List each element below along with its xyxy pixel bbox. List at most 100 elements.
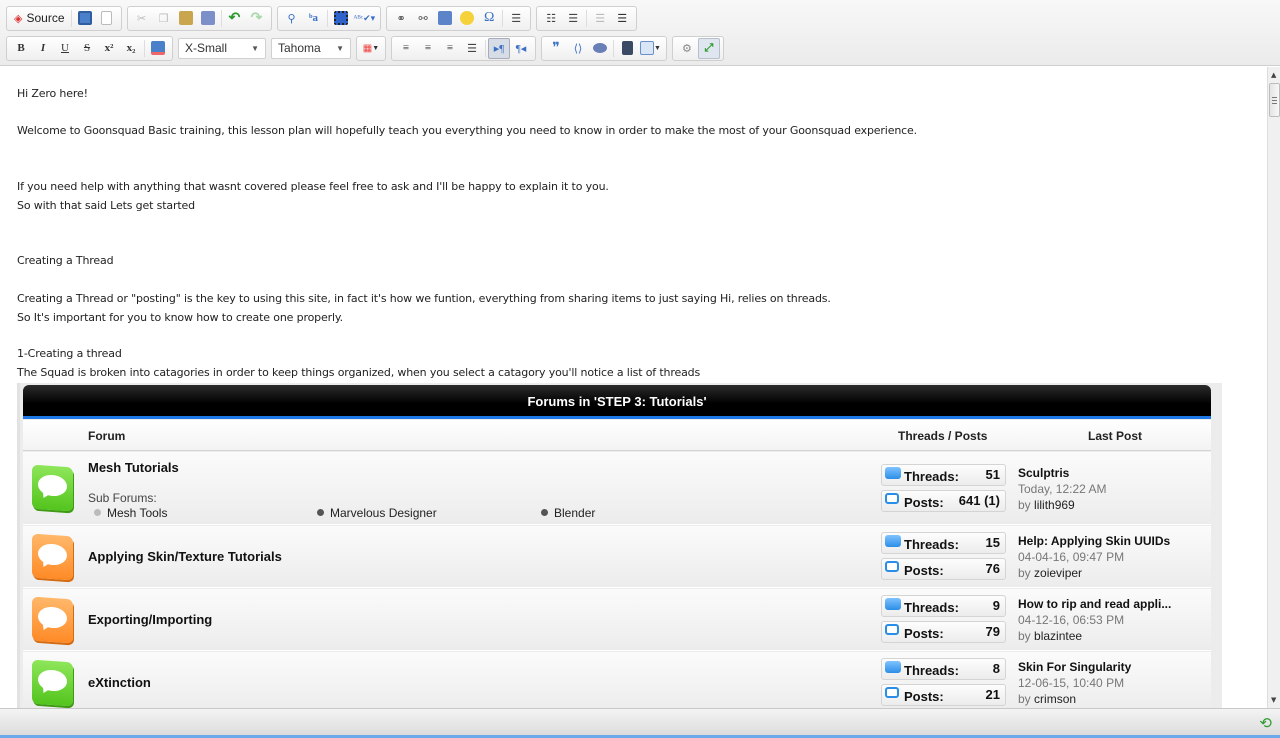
scrollbar-thumb[interactable] [1269,83,1280,117]
forum-title-link[interactable]: Exporting/Importing [88,612,212,627]
format-group: B I U S x² x₂ [6,35,173,61]
strikethrough-button[interactable]: S [76,38,98,59]
save-icon [77,11,92,25]
numbered-list-icon: ☷ [546,12,557,25]
indent-button[interactable]: ☰ [611,8,633,29]
separator [144,39,145,57]
threads-stat: Threads: 9 [881,595,1006,617]
justify-button[interactable]: ☰ [461,38,483,59]
subforum-link[interactable]: Mesh Tools [94,506,167,520]
italic-button[interactable]: I [32,38,54,59]
save-button[interactable] [74,8,96,29]
forum-title-link[interactable]: eXtinction [88,675,151,690]
link-button[interactable]: ⚭ [390,8,412,29]
font-size-select[interactable]: X-Small ▼ [178,37,266,59]
redo-icon: ↷ [250,10,263,26]
vertical-scrollbar[interactable]: ▲ ▼ [1267,67,1280,708]
quote-icon: ❞ [552,40,560,56]
paragraph: Hi Zero here! [17,87,88,100]
align-center-button[interactable]: ≡ [417,38,439,59]
align-right-icon: ≡ [446,42,454,54]
posts-icon [885,561,899,572]
last-post-title[interactable]: How to rip and read appli... [1018,597,1171,611]
cut-button[interactable]: ✂ [131,8,153,29]
ltr-button[interactable]: ▸¶ [488,37,510,59]
smiley-button[interactable] [456,8,478,29]
subforums-label: Sub Forums: [88,491,157,505]
forum-column-header: Forum Threads / Posts Last Post [23,420,1211,451]
maximize-button[interactable]: ⤢ [697,37,720,59]
forum-title-link[interactable]: Applying Skin/Texture Tutorials [88,549,282,564]
superscript-button[interactable]: x² [98,38,120,59]
php-button[interactable] [589,38,611,59]
redo-button[interactable]: ↷ [246,8,268,29]
paragraph: So with that said Lets get started [17,199,195,212]
grip-line [1272,103,1277,104]
outdent-button[interactable]: ☰ [589,8,611,29]
align-center-icon: ≡ [424,42,432,54]
source-button[interactable]: ◈ Source [10,8,69,29]
special-char-button[interactable]: Ω [478,8,500,29]
last-post-title[interactable]: Skin For Singularity [1018,660,1131,674]
last-post-title[interactable]: Help: Applying Skin UUIDs [1018,534,1170,548]
align-right-button[interactable]: ≡ [439,38,461,59]
separator [502,9,504,27]
replace-button[interactable]: ᵇa [303,8,325,29]
rtl-button[interactable]: ¶◂ [510,38,532,59]
undo-button[interactable]: ↶ [224,8,246,29]
bold-button[interactable]: B [10,38,32,59]
spellcheck-button[interactable]: ᴬᴮᶜ✔▾ [352,8,378,29]
superscript-icon: x² [104,42,114,54]
copy-button[interactable]: ❐ [153,8,175,29]
subforum-link[interactable]: Marvelous Designer [317,506,437,520]
editor-content[interactable]: Hi Zero here! Welcome to Goonsquad Basic… [0,67,1267,708]
last-post: Skin For Singularity 12-06-15, 10:40 PM … [1018,660,1131,706]
numbered-list-button[interactable]: ☷ [540,8,562,29]
code-button[interactable]: ⟨⟩ [567,38,589,59]
subscript-button[interactable]: x₂ [120,38,142,59]
table-button[interactable]: ▼ [638,38,663,59]
editor-toolbar: ◈ Source ✂ ❐ ↶ ↷ ⚲ ᵇa ᴬᴮᶜ✔▾ ⚭ ⚯ Ω ☰ ☷ ☰ … [0,0,1280,66]
threads-stat: Threads: 15 [881,532,1006,554]
threads-icon [885,467,901,479]
color-grid-icon: ▦ [362,42,373,54]
font-family-select[interactable]: Tahoma ▼ [271,37,351,59]
bullet-icon [317,509,324,516]
image-button[interactable] [434,8,456,29]
forum-list-image[interactable]: Forums in 'STEP 3: Tutorials' Forum Thre… [17,383,1222,708]
col-last-post: Last Post [1088,429,1143,443]
blockquote-button[interactable]: ❞ [545,38,567,59]
text-color-button[interactable]: ▦ ▼ [360,38,382,59]
underline-button[interactable]: U [54,38,76,59]
bullet-icon [541,509,548,516]
horizontal-rule-button[interactable]: ☰ [505,8,527,29]
unlink-button[interactable]: ⚯ [412,8,434,29]
select-all-button[interactable] [330,8,352,29]
code-icon: ⟨⟩ [573,42,583,55]
scroll-up-icon[interactable]: ▲ [1271,71,1276,79]
align-left-button[interactable]: ≡ [395,38,417,59]
paragraph: Creating a Thread or "posting" is the ke… [17,292,831,305]
remove-all-format-button[interactable]: ⚙ [676,38,698,59]
forum-title-link[interactable]: Mesh Tutorials [88,460,179,475]
strikethrough-icon: S [83,42,91,54]
video-button[interactable] [616,38,638,59]
replace-icon: ᵇa [308,12,319,24]
last-post-title[interactable]: Sculptris [1018,466,1107,480]
last-post-author: by zoieviper [1018,566,1083,580]
paste-word-button[interactable] [197,8,219,29]
new-page-button[interactable] [96,8,118,29]
bulleted-list-button[interactable]: ☰ [562,8,584,29]
remove-format-button[interactable] [147,38,169,59]
last-post: Help: Applying Skin UUIDs 04-04-16, 09:4… [1018,534,1170,580]
history-icon[interactable]: ⟲ [1259,714,1272,732]
col-threads-posts: Threads / Posts [898,429,988,443]
scroll-down-icon[interactable]: ▼ [1271,696,1276,704]
separator [613,39,614,57]
find-button[interactable]: ⚲ [281,8,303,29]
paste-button[interactable] [175,8,197,29]
toolbar-row-2: B I U S x² x₂ X-Small ▼ Tahoma ▼ ▦ ▼ ≡ ≡ ≡ … [6,35,724,61]
new-page-icon [101,11,112,25]
insert-group: ⚭ ⚯ Ω ☰ [386,5,532,31]
subforum-link[interactable]: Blender [541,506,595,520]
